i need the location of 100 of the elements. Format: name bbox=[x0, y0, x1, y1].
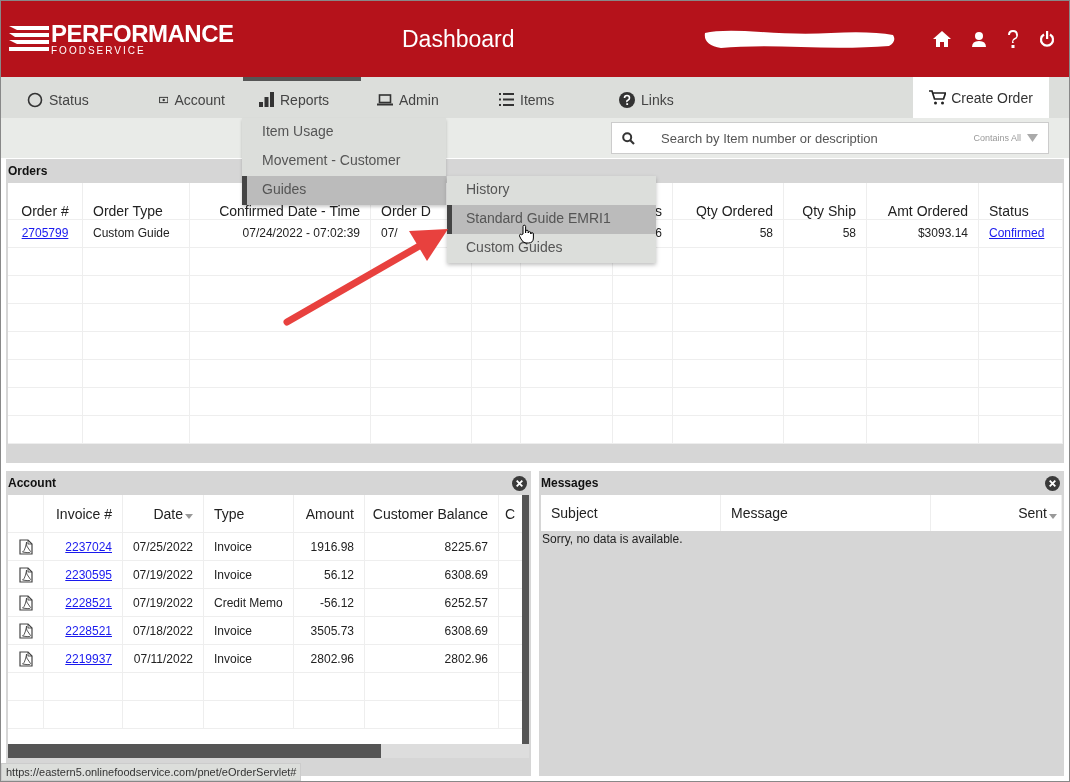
panel-title: Account bbox=[8, 475, 56, 492]
table-cell: Credit Memo bbox=[214, 595, 283, 610]
logo-stripes-icon bbox=[9, 24, 49, 54]
menu-item[interactable]: Custom Guides bbox=[447, 234, 656, 263]
close-icon[interactable] bbox=[1045, 475, 1060, 491]
status-url: https://eastern5.onlinefoodservice.com/pnet/eOrderServlet# bbox=[1, 763, 302, 781]
create-order-button[interactable]: Create Order bbox=[913, 77, 1049, 118]
panel-title: Messages bbox=[541, 475, 599, 492]
table-cell: $3093.14 bbox=[917, 226, 968, 240]
column-header: Order Type bbox=[93, 203, 163, 219]
table-cell: 8225.67 bbox=[444, 539, 488, 554]
table-cell: 07/19/2022 bbox=[132, 567, 193, 582]
pdf-file-icon[interactable] bbox=[18, 538, 33, 555]
column-header: Order # bbox=[21, 203, 69, 219]
column-header: Amt Ordered bbox=[887, 203, 968, 219]
table-cell bbox=[472, 416, 521, 444]
vertical-scrollbar[interactable] bbox=[522, 495, 529, 744]
column-header: Confirmed Date - Time bbox=[219, 203, 360, 219]
empty-message: Sorry, no data is available. bbox=[541, 532, 684, 546]
invoice-link[interactable]: 2237024 bbox=[65, 539, 112, 554]
column-header[interactable]: Invoice # bbox=[55, 505, 112, 522]
nav-tab[interactable]: Links bbox=[593, 77, 703, 118]
invoice-link[interactable]: 2228521 bbox=[65, 595, 112, 610]
pdf-file-icon[interactable] bbox=[18, 650, 33, 667]
circle-icon bbox=[27, 91, 43, 108]
column-header[interactable]: Amount bbox=[305, 505, 354, 522]
nav-tab[interactable]: Admin bbox=[361, 77, 481, 118]
table-cell: 1916.98 bbox=[310, 539, 354, 554]
table-cell: 58 bbox=[759, 226, 773, 240]
logo-name: PERFORMANCE bbox=[51, 22, 234, 46]
table-cell: Invoice bbox=[214, 651, 253, 666]
pdf-file-icon[interactable] bbox=[18, 566, 33, 583]
page-title: Dashboard bbox=[402, 25, 515, 53]
table-cell: 56.12 bbox=[323, 567, 354, 582]
table-cell: 6 bbox=[655, 226, 662, 240]
table-cell bbox=[8, 701, 44, 729]
pdf-file-icon[interactable] bbox=[18, 594, 33, 611]
question-circle-icon bbox=[619, 91, 635, 108]
table-cell: 6308.69 bbox=[444, 567, 488, 582]
home-icon[interactable] bbox=[933, 31, 951, 47]
table-cell: Custom Guide bbox=[93, 226, 170, 240]
scrollbar-thumb[interactable] bbox=[8, 744, 381, 758]
bar-chart-icon bbox=[259, 92, 274, 107]
table-cell: Invoice bbox=[214, 623, 253, 638]
menu-item[interactable]: Item Usage bbox=[242, 118, 446, 147]
column-header[interactable]: Type bbox=[214, 505, 245, 522]
help-icon[interactable] bbox=[1007, 30, 1019, 48]
power-icon[interactable] bbox=[1039, 31, 1055, 47]
laptop-icon bbox=[377, 93, 393, 106]
list-icon bbox=[499, 93, 514, 106]
table-cell: 2802.96 bbox=[310, 651, 354, 666]
table-cell: 07/25/2022 bbox=[132, 539, 193, 554]
table-cell: 07/19/2022 bbox=[132, 595, 193, 610]
menu-item[interactable]: History bbox=[447, 176, 656, 205]
pdf-file-icon[interactable] bbox=[18, 622, 33, 639]
order-link[interactable]: 2705799 bbox=[21, 226, 69, 240]
column-header: Order D bbox=[381, 203, 431, 219]
menu-item[interactable]: Guides bbox=[242, 176, 446, 205]
menu-item[interactable]: Standard Guide EMRI1 bbox=[447, 205, 656, 234]
column-header: Qty Ship bbox=[802, 203, 856, 219]
invoice-link[interactable]: 2228521 bbox=[65, 623, 112, 638]
table-cell: 07/24/2022 - 07:02:39 bbox=[242, 226, 360, 240]
column-header[interactable]: Date bbox=[153, 505, 183, 522]
column-header: Status bbox=[989, 203, 1029, 219]
table-cell: 07/ bbox=[381, 226, 398, 240]
column-header[interactable]: Customer Balance bbox=[372, 505, 488, 522]
nav-tab[interactable]: Status bbox=[1, 77, 133, 118]
table-cell: 6252.57 bbox=[444, 595, 488, 610]
table-cell: 2802.96 bbox=[444, 651, 488, 666]
invoice-link[interactable]: 2230595 bbox=[65, 567, 112, 582]
horizontal-scrollbar[interactable] bbox=[8, 744, 529, 758]
table-cell: 07/11/2022 bbox=[133, 651, 193, 666]
panel-title: Orders bbox=[8, 163, 48, 180]
nav-tab[interactable]: Account bbox=[133, 77, 243, 118]
order-link[interactable]: Confirmed bbox=[989, 226, 1045, 240]
user-icon[interactable] bbox=[971, 31, 987, 47]
invoice-link[interactable]: 2219937 bbox=[65, 651, 112, 666]
table-cell: -56.12 bbox=[319, 595, 354, 610]
table-cell: Invoice bbox=[214, 539, 253, 554]
close-icon[interactable] bbox=[512, 475, 527, 491]
table-cell: Invoice bbox=[214, 567, 253, 582]
search-icon bbox=[622, 131, 635, 145]
column-header[interactable]: C bbox=[505, 505, 516, 522]
table-cell: 3505.73 bbox=[310, 623, 354, 638]
table-cell bbox=[613, 416, 673, 444]
cart-icon bbox=[929, 90, 947, 105]
column-header: s bbox=[655, 203, 662, 219]
column-header[interactable]: Subject bbox=[551, 505, 598, 521]
column-header[interactable]: Sent bbox=[1018, 505, 1047, 521]
column-header[interactable]: Message bbox=[731, 505, 788, 521]
logo-tagline: FOODSERVICE bbox=[51, 46, 147, 56]
caret-icon bbox=[1027, 134, 1038, 142]
table-cell: 07/18/2022 bbox=[132, 623, 193, 638]
sort-caret-icon bbox=[185, 514, 193, 519]
menu-item[interactable]: Movement - Customer bbox=[242, 147, 446, 176]
table-cell: 58 bbox=[842, 226, 856, 240]
nav-tab[interactable]: Items bbox=[481, 77, 593, 118]
sort-caret-icon bbox=[1049, 513, 1057, 519]
table-cell: 6308.69 bbox=[444, 623, 488, 638]
column-header: Qty Ordered bbox=[695, 203, 773, 219]
